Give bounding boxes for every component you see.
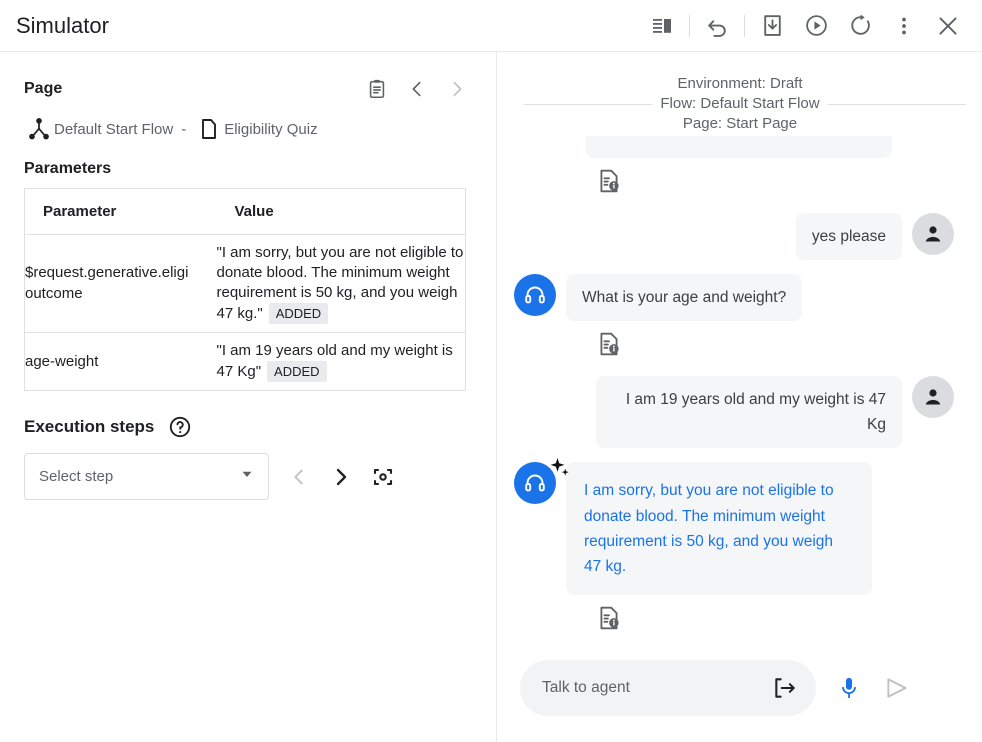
- simulator-chat-panel: Environment: Draft Flow: Default Start F…: [498, 52, 982, 742]
- undo-icon[interactable]: [695, 4, 739, 48]
- chat-message-list: yes please: [498, 136, 982, 636]
- page-header-row: Page: [0, 52, 496, 106]
- toolbar-divider-2: [744, 15, 745, 37]
- parameters-table-wrap: Parameter Value $request.generative.elig…: [0, 178, 496, 391]
- parameter-name-cell: $request.generative.eligi outcome: [25, 235, 217, 333]
- environment-header-text: Environment: Draft Flow: Default Start F…: [652, 74, 827, 134]
- agent-avatar: [514, 274, 556, 316]
- chat-message-agent: What is your age and weight?: [514, 274, 954, 321]
- toolbar-divider-1: [689, 15, 690, 37]
- column-header-parameter: Parameter: [25, 189, 217, 235]
- agent-generative-avatar-wrap: [514, 462, 556, 504]
- environment-header: Environment: Draft Flow: Default Start F…: [498, 52, 982, 134]
- table-row[interactable]: age-weight "I am 19 years old and my wei…: [25, 333, 466, 391]
- page-icon: [194, 117, 224, 141]
- page-header-actions: [360, 72, 474, 106]
- help-circle-icon[interactable]: [168, 415, 192, 439]
- select-step-placeholder: Select step: [39, 468, 113, 485]
- user-avatar: [912, 376, 954, 418]
- table-header-row: Parameter Value: [25, 189, 466, 235]
- parameter-value-cell: "I am 19 years old and my weight is 47 K…: [217, 333, 466, 391]
- breadcrumb-separator: -: [181, 121, 186, 138]
- start-page-label: Page: Start Page: [660, 114, 819, 134]
- environment-label: Environment: Draft: [660, 74, 819, 94]
- sparkle-icon: [548, 456, 572, 485]
- enter-key-icon[interactable]: [772, 675, 798, 701]
- user-avatar: [912, 213, 954, 255]
- parameters-title: Parameters: [0, 142, 496, 178]
- more-vert-icon[interactable]: [882, 4, 926, 48]
- table-row[interactable]: $request.generative.eligi outcome "I am …: [25, 235, 466, 333]
- flow-label: Flow: Default Start Flow: [660, 94, 819, 114]
- split-view-icon[interactable]: [640, 4, 684, 48]
- send-icon[interactable]: [884, 675, 910, 701]
- talk-to-agent-input[interactable]: Talk to agent: [520, 660, 816, 716]
- agent-avatar-wrap: [514, 274, 556, 316]
- focus-target-icon[interactable]: [363, 457, 403, 497]
- execution-steps-controls: Select step: [0, 439, 496, 500]
- column-header-value: Value: [217, 189, 466, 235]
- parameter-name-line1: age-weight: [25, 352, 203, 372]
- chat-message-generative-agent: I am sorry, but you are not eligible to …: [514, 462, 954, 594]
- breadcrumb: Default Start Flow - Eligibility Quiz: [0, 106, 496, 142]
- message-bubble: I am sorry, but you are not eligible to …: [566, 462, 872, 594]
- save-download-icon[interactable]: [750, 4, 794, 48]
- chevron-down-icon: [238, 465, 256, 488]
- message-bubble: I am 19 years old and my weight is 47 Kg: [596, 376, 902, 448]
- step-prev-icon[interactable]: [279, 457, 319, 497]
- document-info-icon[interactable]: [596, 605, 954, 636]
- parameter-value-cell: "I am sorry, but you are not eligible to…: [217, 235, 466, 333]
- talk-to-agent-placeholder: Talk to agent: [542, 679, 630, 697]
- chat-message-user: I am 19 years old and my weight is 47 Kg: [514, 376, 954, 448]
- left-panel: Page: [0, 52, 497, 742]
- parameter-value-text: "I am sorry, but you are not eligible to…: [217, 244, 464, 322]
- breadcrumb-flow-name[interactable]: Default Start Flow: [54, 121, 173, 138]
- restart-icon[interactable]: [838, 4, 882, 48]
- simulator-window: Simulator: [0, 0, 982, 742]
- page-title: Simulator: [16, 13, 109, 39]
- clipped-message-bubble: [586, 136, 892, 158]
- status-badge: ADDED: [267, 361, 327, 382]
- chat-composer: Talk to agent: [498, 650, 982, 742]
- parameter-name-line2: outcome: [25, 285, 83, 302]
- execution-steps-title: Execution steps: [24, 417, 154, 437]
- parameter-value-text: "I am 19 years old and my weight is 47 K…: [217, 342, 453, 380]
- toolbar-actions: [640, 4, 970, 48]
- microphone-icon[interactable]: [836, 675, 862, 701]
- breadcrumb-page-name[interactable]: Eligibility Quiz: [224, 121, 317, 138]
- message-bubble: What is your age and weight?: [566, 274, 802, 321]
- close-icon[interactable]: [926, 4, 970, 48]
- chevron-right-icon[interactable]: [440, 72, 474, 106]
- chat-scroll-area[interactable]: yes please: [498, 136, 982, 696]
- select-step-dropdown[interactable]: Select step: [24, 453, 269, 500]
- chat-message-user: yes please: [514, 213, 954, 260]
- parameter-name-line1: $request.generative.eligi: [25, 263, 203, 283]
- chevron-left-icon[interactable]: [400, 72, 434, 106]
- parameter-name-cell: age-weight: [25, 333, 217, 391]
- step-next-icon[interactable]: [321, 457, 361, 497]
- clipboard-icon[interactable]: [360, 72, 394, 106]
- message-bubble: yes please: [796, 213, 902, 260]
- page-section-label: Page: [24, 80, 62, 98]
- top-toolbar: Simulator: [0, 0, 982, 52]
- parameters-table: Parameter Value $request.generative.elig…: [24, 188, 466, 391]
- document-info-icon[interactable]: [596, 168, 954, 199]
- flow-icon: [24, 116, 54, 142]
- step-navigation: [279, 457, 403, 497]
- status-badge: ADDED: [269, 303, 329, 324]
- document-info-icon[interactable]: [596, 331, 954, 362]
- execution-steps-header: Execution steps: [0, 391, 496, 439]
- play-icon[interactable]: [794, 4, 838, 48]
